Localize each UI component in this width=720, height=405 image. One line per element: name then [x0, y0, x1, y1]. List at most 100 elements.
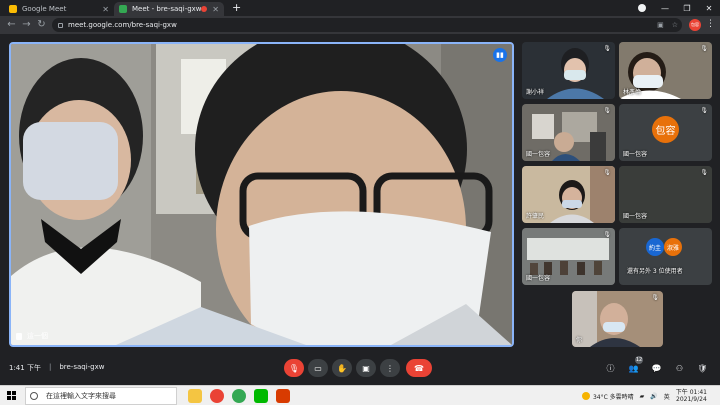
tab-title: Meet - bre-saqi-gxw — [132, 5, 202, 13]
main-participant-name: 這一個 — [27, 332, 48, 340]
tab-close-icon[interactable]: ✕ — [212, 5, 219, 14]
participant-name: 你 — [576, 337, 583, 344]
system-tray: 34°C 多雲時晴 ▰ 🔊 英 下午 01:41 2021/9/24 — [581, 387, 716, 405]
participant-tile[interactable]: 包容 🎙 國一包容 — [619, 104, 712, 161]
minimize-button[interactable]: — — [654, 4, 676, 13]
mic-off-icon: 🎙 — [603, 45, 611, 52]
self-view-tile[interactable]: 🎙 你 — [572, 291, 663, 347]
weather-text: 34°C 多雲時晴 — [592, 393, 634, 401]
participant-avatar: 淑雅 — [664, 238, 682, 256]
star-icon[interactable]: ☆ — [672, 21, 678, 29]
self-view-video — [572, 291, 663, 347]
participants-icon[interactable]: 👥 12 — [626, 355, 643, 376]
search-icon — [30, 392, 38, 400]
profile-avatar[interactable]: 包容 — [689, 19, 701, 31]
participants-count-badge: 12 — [635, 355, 643, 364]
screen: Google Meet ✕ Meet - bre-saqi-gxw ✕ + — … — [0, 0, 720, 405]
taskbar-search-placeholder: 在這裡輸入文字來搜尋 — [46, 392, 116, 400]
participants-more-tile[interactable]: 約圭 淑雅 還有另外 3 位使用者 — [619, 228, 712, 285]
meet-favicon — [9, 5, 17, 13]
windows-taskbar: 在這裡輸入文字來搜尋 34°C 多雲時晴 ▰ 🔊 英 下午 01:41 2021… — [0, 385, 720, 405]
reload-button[interactable]: ↻ — [34, 20, 49, 30]
line-icon[interactable] — [254, 389, 268, 403]
mic-off-icon: 🎙 — [651, 294, 659, 301]
mic-off-icon: 🎙 — [603, 169, 611, 176]
back-button[interactable]: ← — [4, 20, 19, 30]
meeting-info: 1:41 下午 | bre-saqi-gxw — [9, 363, 104, 373]
participant-tile[interactable]: 🎙 林彥倫 — [619, 42, 712, 99]
meeting-time: 1:41 下午 — [9, 364, 41, 372]
speaking-indicator-icon: ▮▮ — [493, 48, 507, 62]
profile-icon[interactable] — [638, 4, 646, 12]
lock-icon[interactable] — [58, 22, 63, 28]
avatar-group: 約圭 淑雅 — [646, 238, 688, 256]
browser-tabbar: Google Meet ✕ Meet - bre-saqi-gxw ✕ + — … — [0, 0, 720, 16]
participant-avatar: 包容 — [652, 116, 679, 143]
participant-tile[interactable]: 🎙 國一包容 — [619, 166, 712, 223]
pin-icon[interactable] — [16, 332, 22, 340]
windows-start-icon[interactable] — [7, 391, 16, 400]
address-bar[interactable]: meet.google.com/bre-saqi-gxw ▣ ☆ — [52, 18, 682, 32]
omnibox-icons: ▣ ☆ — [657, 18, 678, 32]
new-tab-button[interactable]: + — [232, 2, 241, 14]
meeting-controls: 1:41 下午 | bre-saqi-gxw 🎙 ▭ ✋ ▣ ⋮ ☎ ⓘ 👥 12… — [0, 352, 720, 385]
browser-menu-icon[interactable]: ⋮ — [706, 19, 715, 29]
maximize-button[interactable]: ❐ — [676, 4, 698, 13]
volume-icon[interactable]: 🔊 — [650, 393, 657, 400]
meet-stage: ▮▮ 這一個 🎙 謝小祥 🎙 林彥倫 🎙 國一包容 包容 🎙 國一包容 🎙 許肇… — [0, 34, 720, 385]
sun-icon — [581, 392, 590, 400]
hang-up-button[interactable]: ☎ — [406, 359, 432, 377]
tab-title: Google Meet — [22, 5, 67, 13]
camera-icon[interactable]: ▣ — [657, 21, 664, 29]
participant-avatar: 約圭 — [646, 238, 664, 256]
taskbar-apps — [188, 389, 290, 403]
raise-hand-button[interactable]: ✋ — [332, 359, 352, 377]
file-explorer-icon[interactable] — [188, 389, 202, 403]
separator: | — [48, 363, 52, 371]
address-text: meet.google.com/bre-saqi-gxw — [68, 21, 177, 29]
more-options-button[interactable]: ⋮ — [380, 359, 400, 377]
network-icon[interactable]: ▰ — [640, 393, 645, 400]
host-controls-icon[interactable]: 🛡 — [695, 361, 710, 376]
participant-name: 林彥倫 — [623, 89, 642, 96]
clock-date: 2021/9/24 — [676, 396, 707, 403]
chrome-icon-secondary[interactable] — [232, 389, 246, 403]
main-video-tile[interactable]: ▮▮ 這一個 — [9, 42, 514, 347]
activities-icon[interactable]: ⚇ — [672, 361, 687, 376]
participant-name: 國一包容 — [526, 275, 551, 282]
window-controls: — ❐ ✕ — [638, 0, 720, 16]
participant-name: 國一包容 — [526, 151, 551, 158]
close-window-button[interactable]: ✕ — [698, 4, 720, 13]
tab-google-meet[interactable]: Google Meet ✕ — [4, 2, 114, 16]
mic-off-button[interactable]: 🎙 — [284, 359, 304, 377]
browser-toolbar: ← → ↻ meet.google.com/bre-saqi-gxw ▣ ☆ 包… — [0, 16, 720, 34]
participant-name: 謝小祥 — [526, 89, 545, 96]
forward-button[interactable]: → — [19, 20, 34, 30]
taskbar-search-input[interactable]: 在這裡輸入文字來搜尋 — [25, 387, 177, 405]
ime-indicator[interactable]: 英 — [664, 392, 670, 401]
office-icon[interactable] — [276, 389, 290, 403]
clock[interactable]: 下午 01:41 2021/9/24 — [676, 389, 707, 403]
participant-tile[interactable]: 🎙 國一包容 — [522, 228, 615, 285]
mic-off-icon: 🎙 — [700, 107, 708, 114]
chrome-icon[interactable] — [210, 389, 224, 403]
tab-meet-call[interactable]: Meet - bre-saqi-gxw ✕ — [114, 2, 224, 16]
meet-favicon — [119, 5, 127, 13]
recording-indicator-icon — [201, 6, 208, 12]
info-icon[interactable]: ⓘ — [603, 361, 618, 376]
mic-off-icon: 🎙 — [700, 169, 708, 176]
participant-name: 國一包容 — [623, 151, 648, 158]
tab-close-icon[interactable]: ✕ — [102, 5, 109, 14]
chat-icon[interactable]: 💬 — [649, 361, 664, 376]
main-video-frame — [11, 44, 512, 345]
participant-tile[interactable]: 🎙 許肇民 — [522, 166, 615, 223]
participant-name: 許肇民 — [526, 213, 545, 220]
camera-off-button[interactable]: ▭ — [308, 359, 328, 377]
main-participant-label: 這一個 — [16, 331, 48, 341]
side-panel-icons: ⓘ 👥 12 💬 ⚇ 🛡 — [603, 355, 710, 377]
clock-time: 下午 01:41 — [675, 389, 707, 396]
participant-tile[interactable]: 🎙 國一包容 — [522, 104, 615, 161]
participant-tile[interactable]: 🎙 謝小祥 — [522, 42, 615, 99]
weather-widget[interactable]: 34°C 多雲時晴 — [581, 392, 634, 401]
present-screen-button[interactable]: ▣ — [356, 359, 376, 377]
